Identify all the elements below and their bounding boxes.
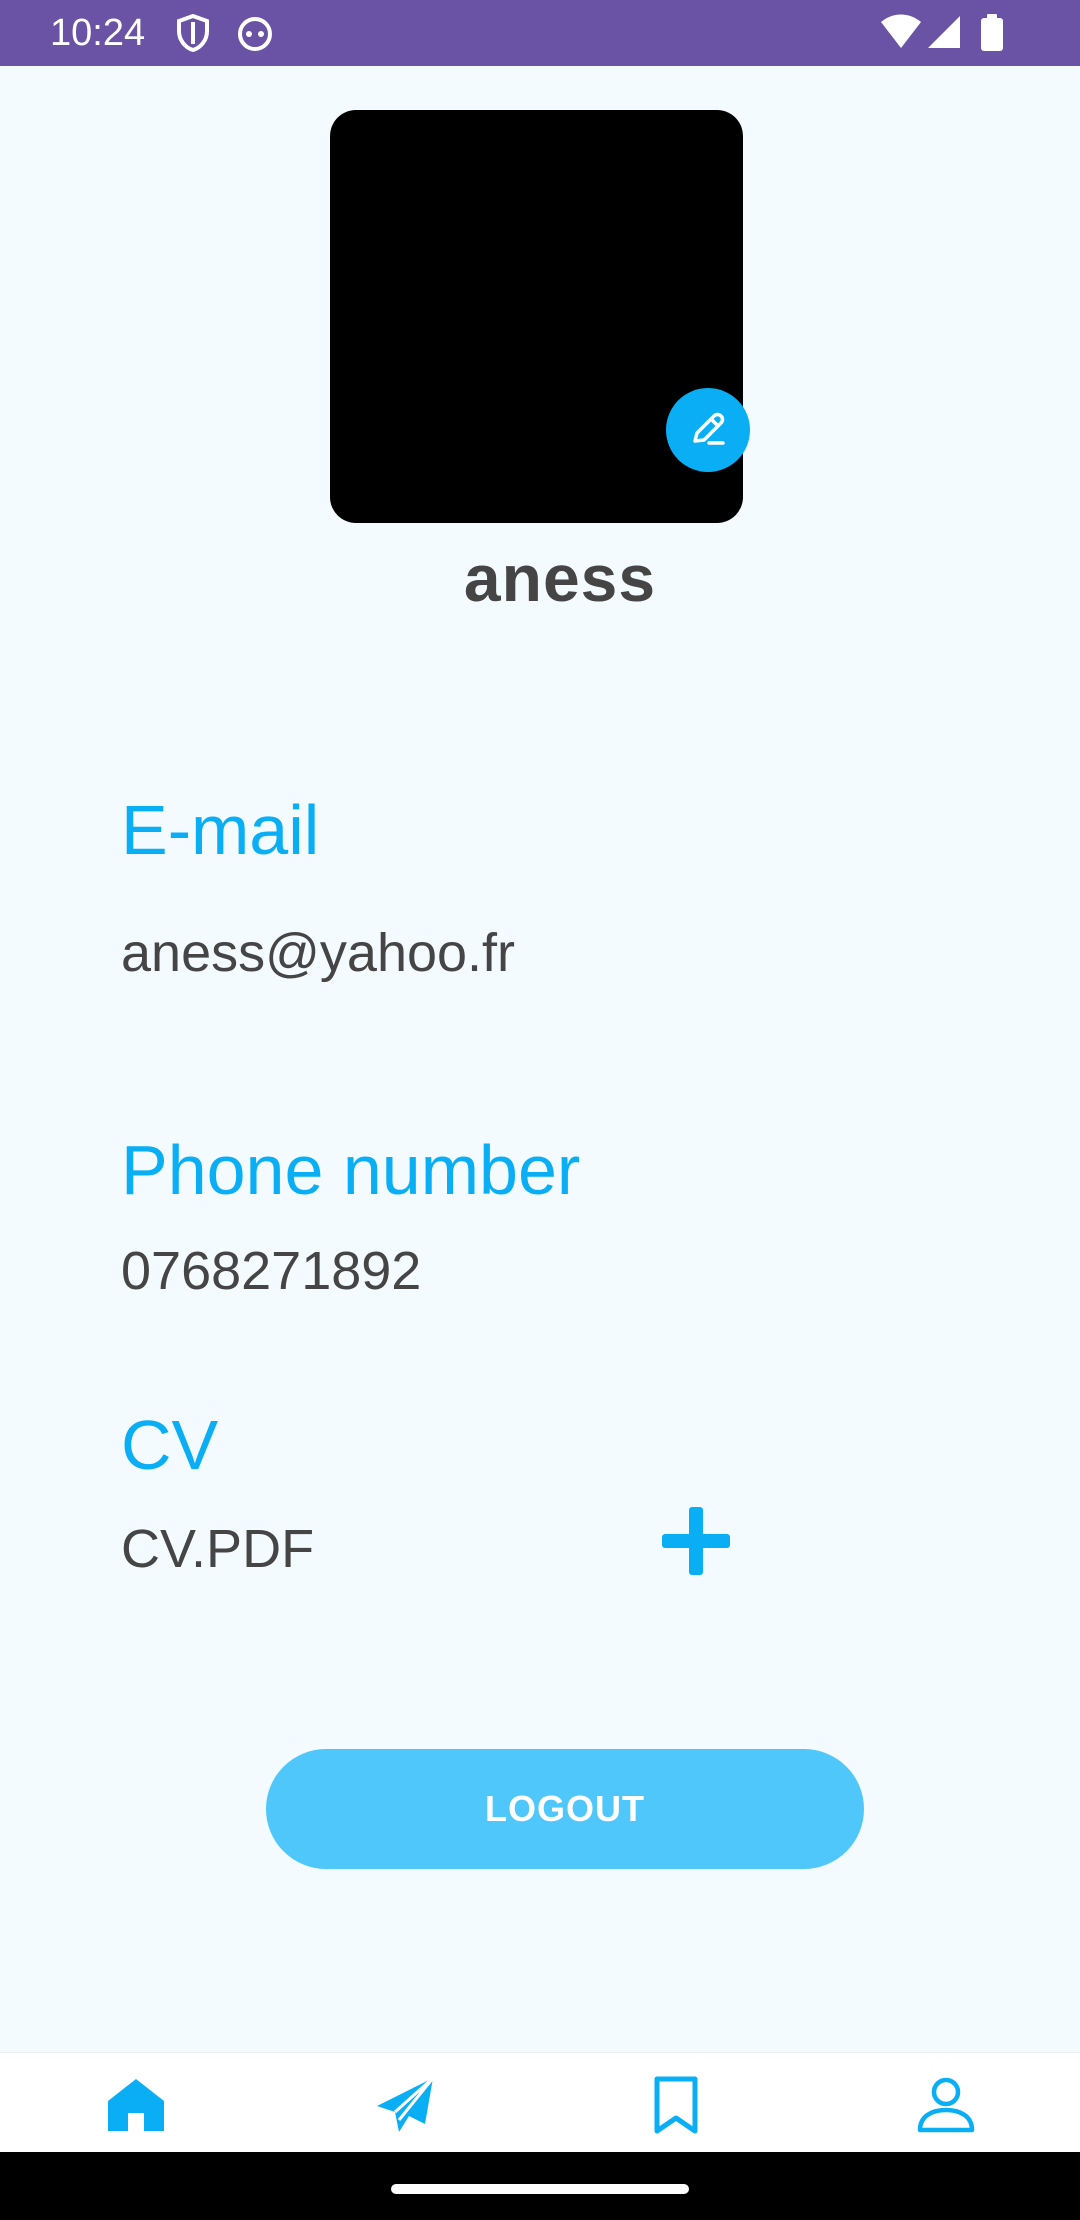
nav-saved[interactable]: [636, 2067, 716, 2147]
cell-signal-icon: [926, 14, 962, 50]
wifi-icon: [880, 14, 922, 50]
nav-home[interactable]: [96, 2067, 176, 2147]
nav-profile[interactable]: [906, 2067, 986, 2147]
phone-value: 0768271892: [121, 1241, 422, 1301]
android-bot-icon: [236, 14, 274, 52]
edit-avatar-button[interactable]: [666, 388, 750, 472]
cv-label: CV: [121, 1406, 219, 1484]
send-icon: [375, 2076, 437, 2139]
system-navigation-bar: [0, 2152, 1080, 2220]
cv-file-name[interactable]: CV.PDF: [121, 1518, 314, 1580]
status-time: 10:24: [50, 12, 146, 54]
shield-icon: [176, 14, 210, 52]
email-label: E-mail: [121, 791, 320, 869]
add-cv-button[interactable]: [658, 1505, 734, 1581]
username: aness: [463, 541, 657, 615]
battery-icon: [980, 14, 1004, 52]
gesture-handle[interactable]: [391, 2184, 689, 2194]
email-value: aness@yahoo.fr: [121, 923, 516, 983]
plus-icon: [658, 1503, 734, 1584]
bottom-navigation: [0, 2052, 1080, 2153]
home-icon: [106, 2077, 166, 2138]
bookmark-icon: [653, 2076, 699, 2139]
pencil-icon: [683, 403, 733, 458]
person-icon: [916, 2076, 976, 2139]
logout-button[interactable]: LOGOUT: [266, 1749, 864, 1869]
phone-label: Phone number: [121, 1131, 581, 1209]
nav-send[interactable]: [366, 2067, 446, 2147]
status-bar: 10:24: [0, 0, 1080, 66]
